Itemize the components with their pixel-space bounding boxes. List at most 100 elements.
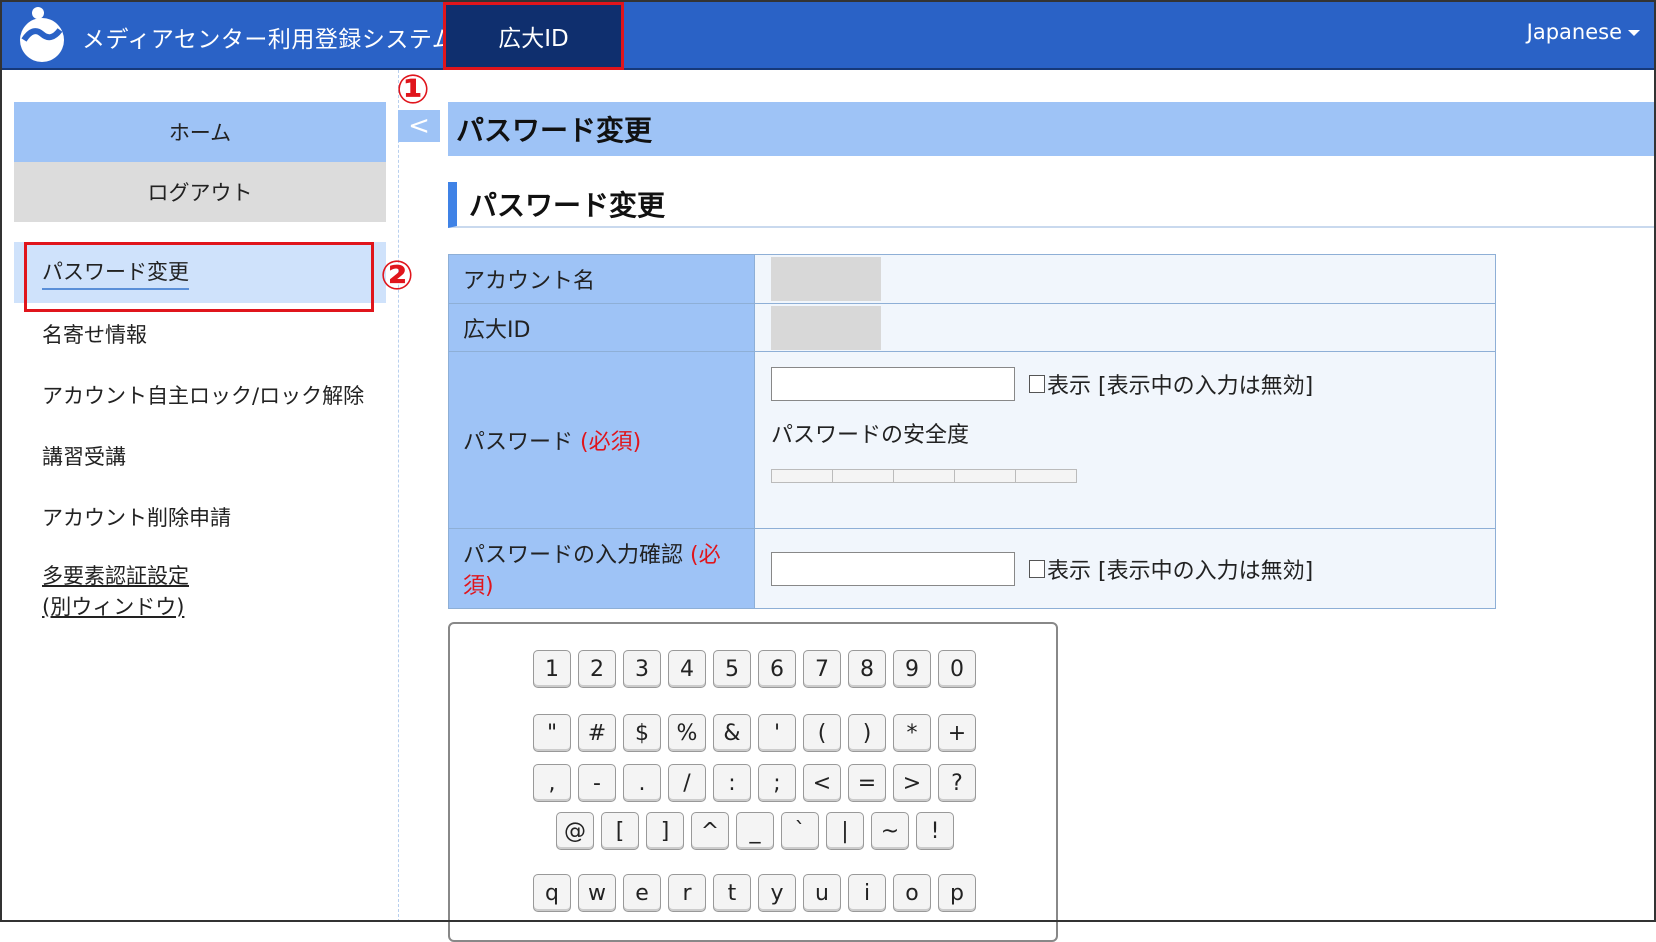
password-input[interactable] [771, 367, 1015, 401]
keyboard-key[interactable]: . [623, 764, 661, 802]
required-marker: (必須) [580, 430, 642, 455]
keyboard-key[interactable]: 6 [758, 650, 796, 688]
sidebar-item-label: 多要素認証設定 [42, 564, 189, 588]
keyboard-key[interactable]: 0 [938, 650, 976, 688]
university-logo-icon[interactable] [16, 4, 68, 64]
highlight-box-password-change [24, 242, 374, 312]
keyboard-key[interactable]: 7 [803, 650, 841, 688]
sidebar-item-mfa-settings[interactable]: 多要素認証設定 (別ウィンドウ) [14, 547, 386, 623]
keyboard-key[interactable]: > [893, 764, 931, 802]
keyboard-row-letters: qwertyuiop [533, 874, 976, 912]
callout-two: ② [380, 253, 414, 299]
keyboard-key[interactable]: 1 [533, 650, 571, 688]
chevron-down-icon [1628, 30, 1640, 36]
sidebar-item-sublabel: (別ウィンドウ) [42, 595, 185, 619]
password-label-text: パスワード [463, 430, 574, 455]
keyboard-key[interactable]: & [713, 714, 751, 752]
password-confirm-label: パスワードの入力確認 (必 須) [448, 528, 755, 609]
sidebar-item-label: アカウント自主ロック/ロック解除 [42, 383, 365, 408]
sidebar-item-account-lock[interactable]: アカウント自主ロック/ロック解除 [14, 364, 386, 425]
section-heading: パスワード変更 [448, 182, 1656, 228]
password-confirm-input[interactable] [771, 551, 1015, 586]
keyboard-key[interactable]: q [533, 874, 571, 912]
sidebar-item-name-merge[interactable]: 名寄せ情報 [14, 303, 386, 364]
keyboard-key[interactable]: r [668, 874, 706, 912]
sidebar-home-button[interactable]: ホーム [14, 102, 386, 162]
keyboard-key[interactable]: 4 [668, 650, 706, 688]
keyboard-key[interactable]: * [893, 714, 931, 752]
show-password-toggle[interactable]: 表示 [表示中の入力は無効] [1029, 368, 1313, 400]
keyboard-key[interactable]: | [826, 812, 864, 850]
required-marker: 須) [463, 573, 494, 599]
keyboard-key[interactable]: ] [646, 812, 684, 850]
sidebar-collapse-button[interactable]: < [398, 110, 440, 142]
keyboard-key[interactable]: @ [556, 812, 594, 850]
keyboard-key[interactable]: < [803, 764, 841, 802]
keyboard-key[interactable]: $ [623, 714, 661, 752]
keyboard-key[interactable]: i [848, 874, 886, 912]
keyboard-key[interactable]: [ [601, 812, 639, 850]
password-label: パスワード (必須) [448, 351, 755, 529]
show-confirm-toggle[interactable]: 表示 [表示中の入力は無効] [1029, 553, 1313, 585]
keyboard-key[interactable]: w [578, 874, 616, 912]
keyboard-row-symbols-2: , -. /:; < = >? [533, 764, 976, 802]
callout-one: ① [396, 67, 430, 113]
keyboard-key[interactable]: , [533, 764, 571, 802]
keyboard-key[interactable]: 8 [848, 650, 886, 688]
keyboard-key[interactable]: : [713, 764, 751, 802]
nav-tab-hiroshima-id[interactable]: 広大ID [443, 2, 624, 70]
keyboard-key[interactable]: / [668, 764, 706, 802]
hiroshima-id-value-redacted [771, 305, 881, 350]
account-name-label: アカウント名 [448, 254, 755, 304]
keyboard-key[interactable]: + [938, 714, 976, 752]
keyboard-key[interactable]: 9 [893, 650, 931, 688]
show-confirm-checkbox[interactable] [1029, 559, 1045, 578]
required-marker: (必 [690, 542, 721, 568]
keyboard-key[interactable]: # [578, 714, 616, 752]
show-password-checkbox[interactable] [1029, 375, 1045, 393]
chevron-left-icon: < [408, 111, 430, 141]
app-title[interactable]: メディアセンター利用登録システム [82, 20, 455, 54]
keyboard-key[interactable]: o [893, 874, 931, 912]
password-confirm-label-text: パスワードの入力確認 [463, 542, 684, 568]
show-confirm-label: 表示 [表示中の入力は無効] [1047, 558, 1314, 584]
keyboard-key[interactable]: ; [758, 764, 796, 802]
keyboard-key[interactable]: _ [736, 812, 774, 850]
keyboard-key[interactable]: ^ [691, 812, 729, 850]
keyboard-row-numbers: 1234567890 [533, 650, 976, 688]
keyboard-key[interactable]: e [623, 874, 661, 912]
language-selector[interactable]: Japanese [1527, 20, 1640, 44]
language-label: Japanese [1526, 20, 1622, 44]
keyboard-key[interactable]: 5 [713, 650, 751, 688]
password-strength-meter [771, 469, 1077, 483]
show-password-label: 表示 [表示中の入力は無効] [1047, 374, 1314, 399]
keyboard-key[interactable]: u [803, 874, 841, 912]
keyboard-row-symbols-1: " # $% & '() * + [533, 714, 976, 752]
password-strength-label: パスワードの安全度 [771, 423, 970, 448]
keyboard-key[interactable]: ) [848, 714, 886, 752]
keyboard-key[interactable]: y [758, 874, 796, 912]
keyboard-key[interactable]: ' [758, 714, 796, 752]
keyboard-key[interactable]: % [668, 714, 706, 752]
page-title: パスワード変更 [448, 102, 1656, 156]
keyboard-key[interactable]: = [848, 764, 886, 802]
sidebar-item-training[interactable]: 講習受講 [14, 425, 386, 486]
keyboard-key[interactable]: 2 [578, 650, 616, 688]
virtual-keyboard: 1234567890 " # $% & '() * + , -. /:; < = >? @[] ^ _ ` |… [448, 622, 1058, 942]
password-form-table: アカウント名 広大ID パスワード (必須) 表示 [表示中の入力は無効] パス… [448, 254, 1496, 609]
account-name-value-redacted [771, 257, 881, 301]
sidebar-item-account-deletion[interactable]: アカウント削除申請 [14, 486, 386, 547]
keyboard-key[interactable]: ? [938, 764, 976, 802]
keyboard-key[interactable]: 3 [623, 650, 661, 688]
keyboard-key[interactable]: p [938, 874, 976, 912]
sidebar-logout-button[interactable]: ログアウト [14, 162, 386, 222]
keyboard-key[interactable]: ( [803, 714, 841, 752]
keyboard-row-symbols-3: @[] ^ _ ` | ~! [556, 812, 954, 850]
keyboard-key[interactable]: ` [781, 812, 819, 850]
keyboard-key[interactable]: " [533, 714, 571, 752]
keyboard-key[interactable]: - [578, 764, 616, 802]
sidebar-item-label: アカウント削除申請 [42, 505, 231, 530]
keyboard-key[interactable]: ~ [871, 812, 909, 850]
keyboard-key[interactable]: t [713, 874, 751, 912]
keyboard-key[interactable]: ! [916, 812, 954, 850]
